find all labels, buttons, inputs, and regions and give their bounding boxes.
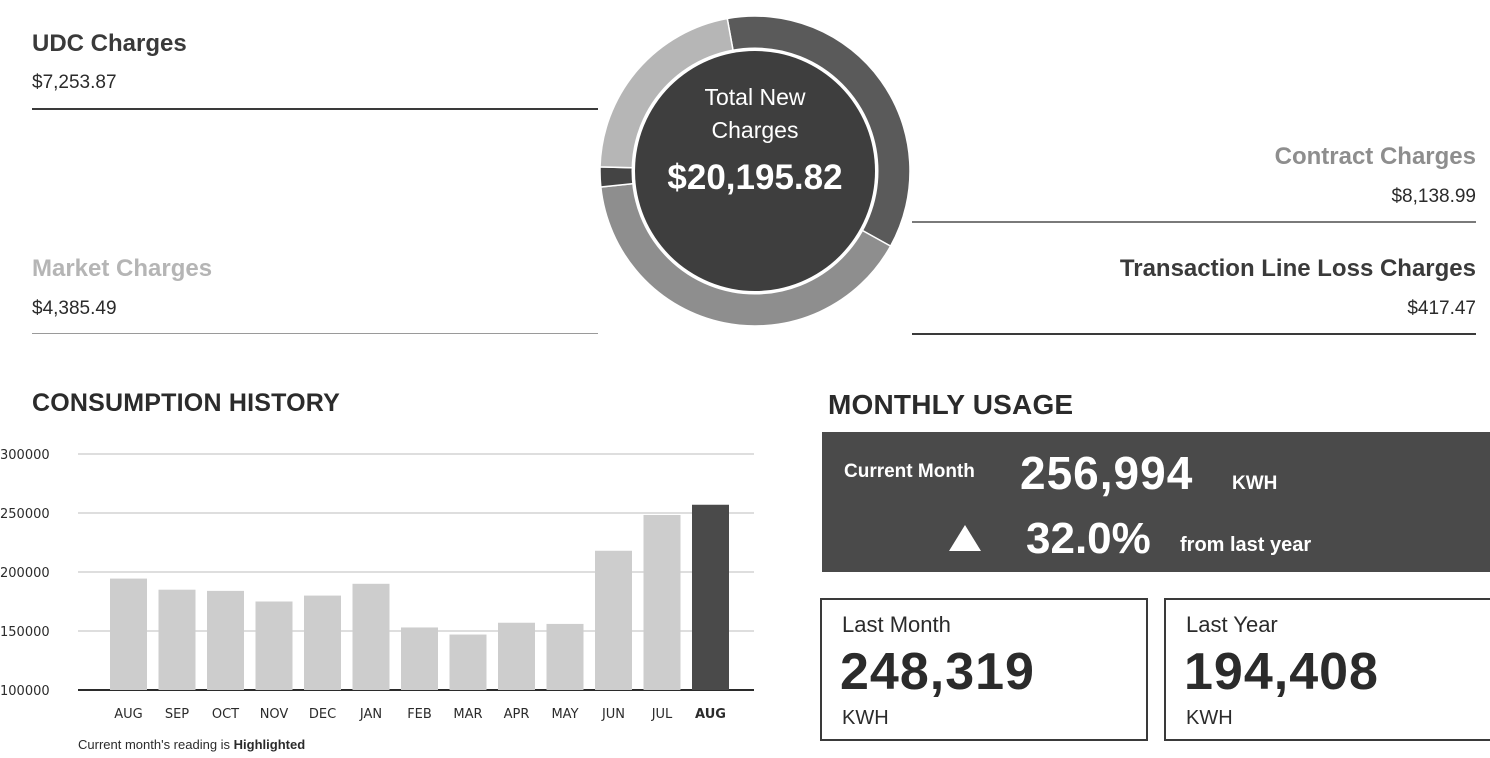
- bar: [546, 623, 584, 690]
- bar: [643, 514, 681, 690]
- chart-note-highlight: Highlighted: [233, 737, 306, 752]
- bar: [158, 589, 196, 690]
- last-year-unit: KWH: [1186, 707, 1233, 729]
- last-month-unit: KWH: [842, 707, 889, 729]
- x-category-label: JUL: [651, 707, 673, 722]
- x-category-label: MAR: [453, 707, 482, 722]
- x-category-label: AUG: [114, 707, 142, 722]
- market-charges-value: $4,385.49: [32, 298, 117, 319]
- last-year-value: 194,408: [1184, 643, 1379, 701]
- bar: [449, 634, 487, 690]
- line-loss-charges-value: $417.47: [1407, 298, 1476, 319]
- chart-y-ticks: 100000 150000 200000 250000 300000: [0, 448, 50, 699]
- contract-charges-value: $8,138.99: [1391, 186, 1476, 207]
- y-tick-label: 150000: [0, 625, 50, 640]
- y-tick-label: 300000: [0, 448, 50, 463]
- chart-x-labels: AUG SEP OCT NOV DEC JAN FEB MAR APR MAY JUN JUL AUG: [114, 707, 726, 722]
- y-tick-label: 100000: [0, 684, 50, 699]
- change-percent: 32.0%: [1026, 514, 1151, 563]
- udc-divider: [32, 108, 598, 110]
- y-tick-label: 200000: [0, 566, 50, 581]
- bar: [304, 595, 341, 690]
- x-category-label: MAY: [551, 707, 578, 722]
- x-category-label: SEP: [165, 707, 189, 722]
- increase-arrow-icon: [949, 525, 981, 551]
- line-loss-divider: [912, 333, 1476, 335]
- y-tick-label: 250000: [0, 507, 50, 522]
- current-month-unit: KWH: [1232, 473, 1278, 494]
- x-category-label: NOV: [260, 707, 289, 722]
- last-year-card: Last Year 194,408 KWH: [1164, 598, 1490, 741]
- bar: [498, 622, 535, 690]
- last-month-value: 248,319: [840, 643, 1035, 701]
- monthly-usage-title: MONTHLY USAGE: [828, 389, 1074, 420]
- market-divider: [32, 333, 598, 334]
- bar: [207, 590, 244, 690]
- current-month-value: 256,994: [1020, 447, 1194, 499]
- chart-bars: [110, 504, 729, 690]
- contract-charges-label: Contract Charges: [1274, 143, 1476, 170]
- change-text: from last year: [1180, 534, 1312, 556]
- udc-charges-value: $7,253.87: [32, 72, 117, 93]
- line-loss-charges-label: Transaction Line Loss Charges: [1119, 255, 1476, 282]
- consumption-title: CONSUMPTION HISTORY: [32, 389, 340, 417]
- total-value: $20,195.82: [667, 158, 842, 197]
- total-label-line1: Total New: [705, 84, 806, 110]
- udc-charges-label: UDC Charges: [32, 30, 187, 57]
- x-category-label: JAN: [359, 707, 382, 722]
- x-category-label: APR: [504, 707, 530, 722]
- bar: [595, 550, 632, 690]
- bar-highlighted: [692, 504, 729, 690]
- donut-segment-line-loss: [600, 166, 636, 188]
- bar: [255, 601, 293, 690]
- last-year-label: Last Year: [1186, 612, 1278, 637]
- current-month-label: Current Month: [844, 461, 975, 482]
- bar: [110, 578, 147, 690]
- x-category-label: OCT: [212, 707, 239, 722]
- chart-note: Current month's reading is Highlighted: [78, 737, 305, 752]
- market-charges-label: Market Charges: [32, 255, 213, 282]
- last-month-card: Last Month 248,319 KWH: [820, 598, 1148, 741]
- contract-divider: [912, 221, 1476, 223]
- bar: [352, 583, 390, 690]
- bar: [401, 627, 438, 690]
- total-charges-donut: Total New Charges $20,195.82: [600, 15, 910, 327]
- x-category-label: AUG: [695, 707, 726, 722]
- chart-note-prefix: Current month's reading is: [78, 737, 234, 752]
- current-month-panel: Current Month 256,994 KWH 32.0% from las…: [822, 432, 1490, 572]
- x-category-label: DEC: [309, 707, 336, 722]
- consumption-chart: 100000 150000 200000 250000 300000 AUG SEP OCT…: [0, 448, 754, 722]
- last-month-label: Last Month: [842, 612, 951, 637]
- total-label-line2: Charges: [712, 117, 799, 143]
- x-category-label: FEB: [407, 707, 432, 722]
- x-category-label: JUN: [601, 707, 625, 722]
